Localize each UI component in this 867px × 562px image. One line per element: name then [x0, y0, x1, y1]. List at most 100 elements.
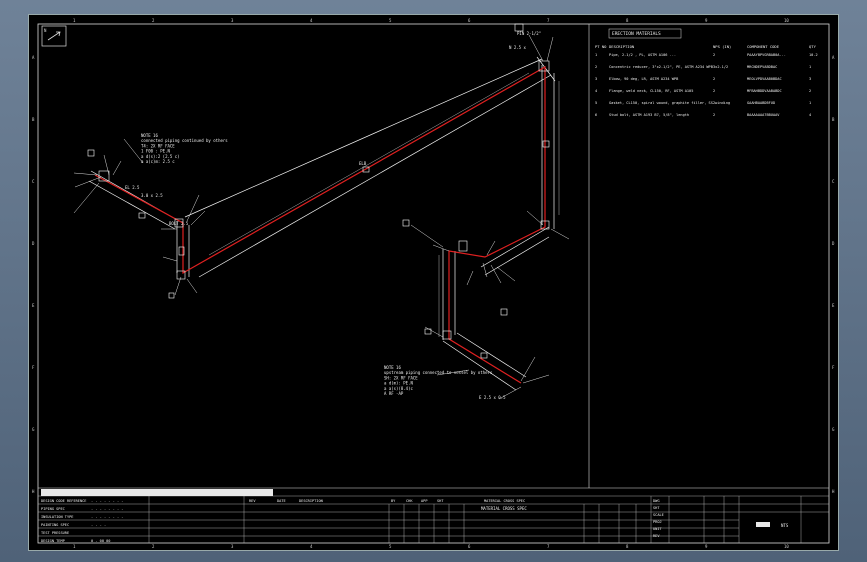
bom-cell-code: BAAAAAAA7BBUAAV	[747, 113, 780, 117]
zone-right-C: C	[832, 179, 835, 184]
title-block-column: REV	[249, 499, 256, 503]
title-block-values: - - - - - - - - - - - - - - - - - - - - - …	[91, 499, 123, 543]
bom-cell-no: 5	[595, 101, 597, 105]
bom-cell-no: 6	[595, 113, 597, 117]
bom-cell-no: 2	[595, 65, 597, 69]
bom-cell-nps: 2	[713, 89, 715, 93]
bom-cell-qty: 3	[809, 77, 811, 81]
title-block-column: SHT	[437, 499, 444, 503]
title-block-right-label: REV	[653, 534, 660, 538]
zone-right-E: E	[832, 303, 835, 308]
title-block-right-label: SCALE	[653, 513, 664, 517]
zone-left-F: F	[32, 365, 35, 370]
zone-top-8: 8	[626, 18, 629, 23]
bom-cell-nps: 2	[713, 77, 715, 81]
title-block-value: - - - - - - - -	[91, 507, 123, 511]
material-cross-spec-label: MATERIAL CROSS SPEC	[481, 506, 527, 511]
zone-top-4: 4	[310, 18, 313, 23]
bom-header: DESCRIPTION	[609, 44, 635, 49]
zone-bottom-2: 2	[152, 544, 155, 549]
zone-bottom-9: 9	[705, 544, 708, 549]
bom-cell-desc: Elbow, 90 deg, LR, ASTM A234 WPB	[609, 77, 678, 81]
bom-header: NPS (IN)	[713, 44, 731, 49]
zone-right-B: B	[832, 117, 835, 122]
title-block-value: 0 . 00 00	[91, 539, 110, 543]
bom-cell-code: GAAHBAABDBFUD	[747, 101, 775, 105]
title-block-label: INSULATION TYPE	[41, 515, 73, 519]
callout-labels: PIN 2-1/2" N 2.5 x ELB 3.0 x 2.5EL 2.5 BOLT …	[125, 31, 541, 400]
bom-title: ERECTION MATERIALS	[612, 31, 661, 37]
bom-cell-nps: 3x2-1/2	[713, 65, 728, 69]
title-block-label: PIPING SPEC	[41, 507, 65, 511]
bom-cell-qty: 10.2	[809, 53, 818, 57]
zone-top-2: 2	[152, 18, 155, 23]
callout-label: N 2.5 x	[509, 45, 526, 50]
scale-mark: NTS	[781, 523, 789, 528]
title-block-right: DWG SHT SCALE PROJ UNIT REV	[653, 499, 664, 538]
zone-left-B: B	[32, 117, 35, 122]
isometric-drawing: N 1 1 2 2 3 3 4 4 5 5 6 6 7 7 8 8 9 9 10 10 A A B B C C D D E E F F G G H H	[32, 18, 835, 549]
bom-table: ERECTION MATERIALS PT NO DESCRIPTION NPS (…	[595, 28, 818, 117]
title-block-grid	[38, 495, 829, 543]
title-block-column: MATERIAL CROSS SPEC	[484, 499, 525, 503]
callout-label: BOLT 2.5	[169, 221, 189, 226]
zone-bottom-1: 1	[73, 544, 76, 549]
bom-cell-code: MEOLVPDVAAB0BDAC	[747, 77, 782, 81]
dimension-lines	[208, 72, 560, 337]
title-block-right-label: UNIT	[653, 527, 662, 531]
zone-bottom-6: 6	[468, 544, 471, 549]
zone-bottom-3: 3	[231, 544, 234, 549]
zone-bottom-10: 10	[784, 544, 789, 549]
callout-label: EL 2.5	[125, 185, 140, 190]
title-block-value: - - - - - - - -	[91, 499, 123, 503]
bom-cell-nps: 2	[713, 113, 715, 117]
zone-top-6: 6	[468, 18, 471, 23]
zone-left-A: A	[32, 55, 35, 60]
zone-right-F: F	[832, 365, 835, 370]
title-block-right-label: SHT	[653, 506, 660, 510]
bom-cell-desc: Stud bolt, ASTM A193 B7, 5/8", length	[609, 113, 689, 117]
bom-cell-code: PAAAYBPVGRBAB0A...	[747, 53, 786, 57]
note-right: NOTE 16upstream piping connected to vess…	[384, 365, 493, 396]
bom-cell-no: 1	[595, 53, 597, 57]
bom-cell-code: MRCNDEPVABDBAC	[747, 65, 777, 69]
bom-header: QTY	[809, 44, 817, 49]
zone-top-1: 1	[73, 18, 76, 23]
drawing-canvas[interactable]: N 1 1 2 2 3 3 4 4 5 5 6 6 7 7 8 8 9 9 10 10 A A B B C C D D E E F F G G H H	[28, 14, 839, 551]
bom-cell-desc: Concentric reducer, 3"x2-1/2", PE, ASTM …	[609, 65, 713, 69]
title-block-column: BY	[391, 499, 396, 503]
title-block-value: - - - -	[91, 523, 106, 527]
callout-label: 3.0 x 2.5	[141, 193, 163, 198]
zone-top-10: 10	[784, 18, 789, 23]
note-left: NOTE 16connected piping continued by oth…	[141, 133, 228, 164]
title-block-right-label: DWG	[653, 499, 660, 503]
zone-right-G: G	[832, 427, 835, 432]
bom-cell-no: 4	[595, 89, 597, 93]
title-block-columns: REV DATE DESCRIPTION BY CHK APP SHT MATERIAL CR…	[249, 499, 525, 503]
zone-left-E: E	[32, 303, 35, 308]
zone-top-9: 9	[705, 18, 708, 23]
bom-cell-desc: Pipe, 2-1/2 , PL, ASTM A106 ...	[609, 53, 676, 57]
title-block-column: DATE	[277, 499, 286, 503]
title-block-column: APP	[421, 499, 428, 503]
zone-right-D: D	[832, 241, 835, 246]
callout-label: ELB	[359, 161, 367, 166]
zone-right-H: H	[832, 489, 835, 494]
svg-text:N: N	[44, 28, 47, 33]
bom-cell-desc: Flange, weld neck, CL150, RF, ASTM A105	[609, 89, 693, 93]
bom-cell-no: 3	[595, 77, 597, 81]
callout-label: E 2.5 x 0.5	[479, 395, 506, 400]
title-block-right-label: PROJ	[653, 520, 662, 524]
title-block-label: TEST PRESSURE	[41, 531, 69, 535]
north-arrow-icon: N	[41, 25, 67, 47]
zone-left-C: C	[32, 179, 35, 184]
zone-left-D: D	[32, 241, 35, 246]
bom-cell-nps: 2	[713, 53, 715, 57]
zone-top-5: 5	[389, 18, 392, 23]
zone-bottom-7: 7	[547, 544, 550, 549]
zone-bottom-5: 5	[389, 544, 392, 549]
note-right-line: A RF -AP	[384, 391, 404, 396]
scale-box	[756, 522, 770, 527]
bom-cell-qty: 1	[809, 101, 811, 105]
leader-lines	[73, 34, 570, 400]
